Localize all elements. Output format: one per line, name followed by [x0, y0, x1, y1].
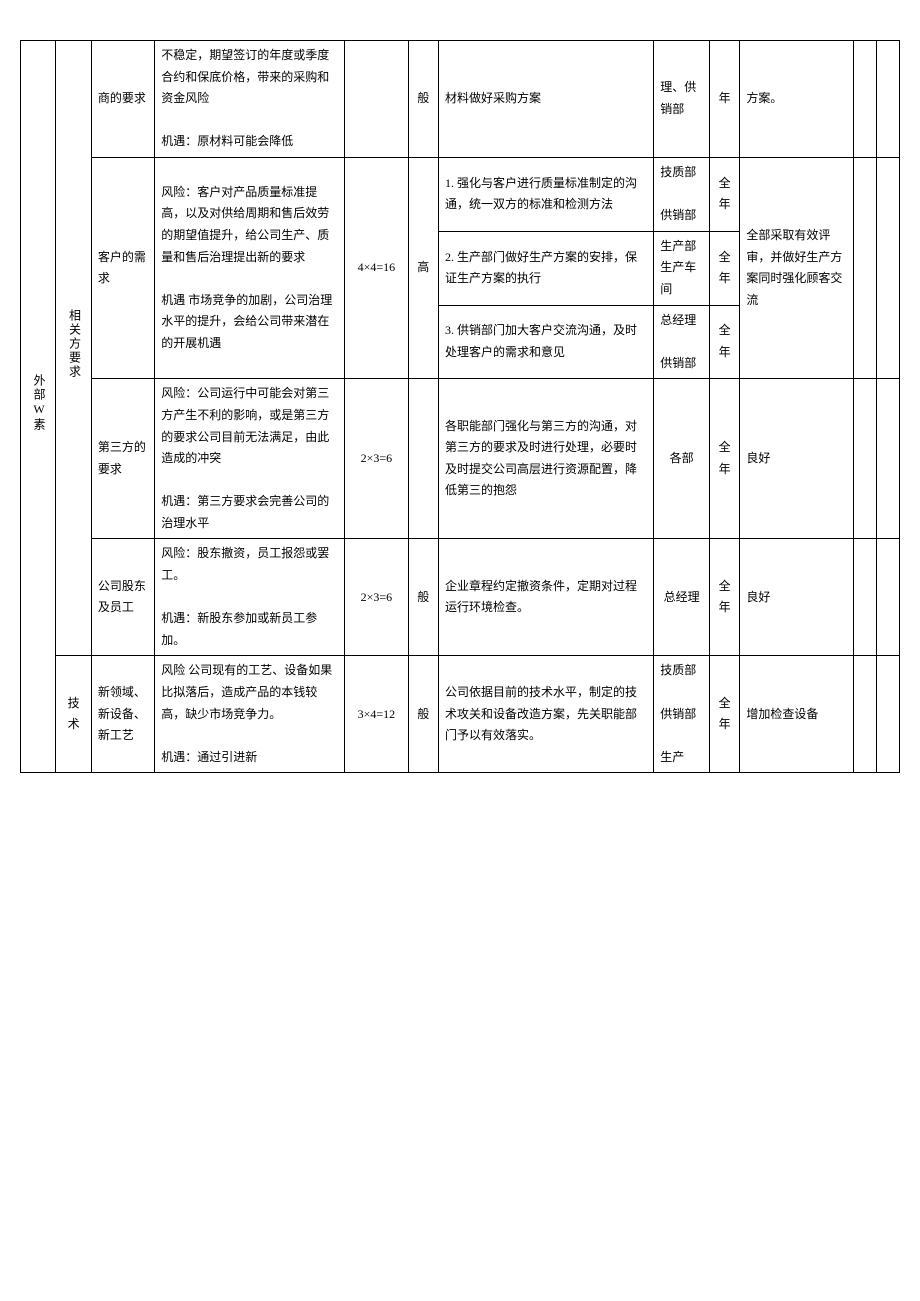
- cell-blank: [854, 41, 877, 158]
- cell-risk: 风险：客户对产品质量标准提高，以及对供给周期和售后效劳的期望值提升，给公司生产、…: [155, 157, 345, 378]
- cell-measure: 3. 供销部门加大客户交流沟通，及时处理客户的需求和意见: [438, 305, 653, 379]
- cell-subject: 新领域、新设备、新工艺: [91, 656, 154, 773]
- cell-period: 全年: [709, 231, 739, 305]
- cell-period: 全年: [709, 656, 739, 773]
- table-row: 公司股东及员工 风险：股东撤资，员工报怨或罢工。 机遇：新股东参加或新员工参加。…: [21, 539, 900, 656]
- cell-dept: 生产部生产车间: [654, 231, 710, 305]
- cell-subject: 商的要求: [91, 41, 154, 158]
- cell-measure: 企业章程约定撤资条件，定期对过程运行环境检查。: [438, 539, 653, 656]
- group-tech: 技术: [56, 656, 91, 773]
- cell-blank: [854, 157, 877, 378]
- cell-dept: 技质部 供销部: [654, 157, 710, 231]
- table-row: 外部W素 相关方要求 商的要求 不稳定，期望签订的年度或季度合约和保底价格，带来…: [21, 41, 900, 158]
- cell-blank: [877, 379, 900, 539]
- table-row: 客户的需求 风险：客户对产品质量标准提高，以及对供给周期和售后效劳的期望值提升，…: [21, 157, 900, 231]
- cell-remark: 良好: [740, 379, 854, 539]
- cell-score: [345, 41, 408, 158]
- cell-remark: 方案。: [740, 41, 854, 158]
- cell-measure: 1. 强化与客户进行质量标准制定的沟通，统一双方的标准和检测方法: [438, 157, 653, 231]
- cell-blank: [854, 539, 877, 656]
- cell-subject: 公司股东及员工: [91, 539, 154, 656]
- cell-blank: [877, 539, 900, 656]
- table-row: 技术 新领域、新设备、新工艺 风险 公司现有的工艺、设备如果比拟落后，造成产品的…: [21, 656, 900, 773]
- cell-blank: [877, 656, 900, 773]
- cell-level: 高: [408, 157, 438, 378]
- cell-subject: 客户的需求: [91, 157, 154, 378]
- cell-period: 年: [709, 41, 739, 158]
- cell-period: 全年: [709, 539, 739, 656]
- cell-blank: [877, 157, 900, 378]
- cell-dept: 技质部 供销部 生产: [654, 656, 710, 773]
- cell-score: 2×3=6: [345, 379, 408, 539]
- cell-remark: 增加检查设备: [740, 656, 854, 773]
- table-row: 第三方的要求 风险：公司运行中可能会对第三方产生不利的影响，或是第三方的要求公司…: [21, 379, 900, 539]
- cell-dept: 各部: [654, 379, 710, 539]
- cell-measure: 各职能部门强化与第三方的沟通，对第三方的要求及时进行处理，必要时及时提交公司高层…: [438, 379, 653, 539]
- cell-period: 全年: [709, 305, 739, 379]
- cell-score: 4×4=16: [345, 157, 408, 378]
- cell-risk: 风险：公司运行中可能会对第三方产生不利的影响，或是第三方的要求公司目前无法满足，…: [155, 379, 345, 539]
- cell-score: 3×4=12: [345, 656, 408, 773]
- cell-risk: 不稳定，期望签订的年度或季度合约和保底价格，带来的采购和资金风险 机遇：原材料可…: [155, 41, 345, 158]
- cell-risk: 风险 公司现有的工艺、设备如果比拟落后，造成产品的本钱较高，缺少市场竞争力。 机…: [155, 656, 345, 773]
- outer-category: 外部W素: [21, 41, 56, 773]
- cell-subject: 第三方的要求: [91, 379, 154, 539]
- cell-dept: 理、供销部: [654, 41, 710, 158]
- cell-level: [408, 379, 438, 539]
- group-related: 相关方要求: [56, 41, 91, 656]
- cell-dept: 总经理 供销部: [654, 305, 710, 379]
- cell-level: 般: [408, 656, 438, 773]
- cell-score: 2×3=6: [345, 539, 408, 656]
- cell-measure: 材料做好采购方案: [438, 41, 653, 158]
- cell-measure: 2. 生产部门做好生产方案的安排，保证生产方案的执行: [438, 231, 653, 305]
- risk-table: 外部W素 相关方要求 商的要求 不稳定，期望签订的年度或季度合约和保底价格，带来…: [20, 40, 900, 773]
- cell-remark: 良好: [740, 539, 854, 656]
- cell-risk: 风险：股东撤资，员工报怨或罢工。 机遇：新股东参加或新员工参加。: [155, 539, 345, 656]
- cell-remark: 全部采取有效评审，并做好生产方案同时强化顾客交流: [740, 157, 854, 378]
- cell-measure: 公司依据目前的技术水平，制定的技术攻关和设备改造方案，先关职能部门予以有效落实。: [438, 656, 653, 773]
- cell-level: 般: [408, 41, 438, 158]
- cell-blank: [854, 379, 877, 539]
- cell-period: 全年: [709, 379, 739, 539]
- cell-blank: [854, 656, 877, 773]
- cell-level: 般: [408, 539, 438, 656]
- cell-dept: 总经理: [654, 539, 710, 656]
- cell-blank: [877, 41, 900, 158]
- cell-period: 全年: [709, 157, 739, 231]
